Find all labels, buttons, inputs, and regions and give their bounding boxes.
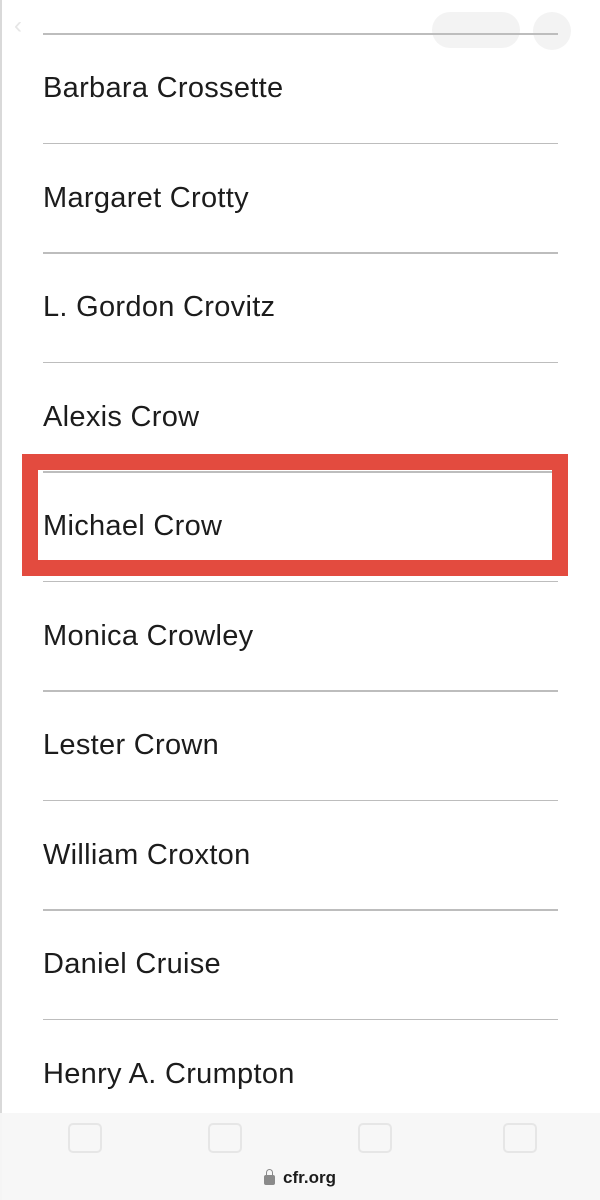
top-toolbar: ‹	[0, 0, 600, 50]
url-text: cfr.org	[283, 1167, 336, 1187]
list-item[interactable]: Barbara Crossette	[43, 35, 558, 143]
chevron-left-icon[interactable]: ‹	[14, 14, 26, 38]
list-item[interactable]: Daniel Cruise	[43, 911, 558, 1019]
page: ‹ Barbara Crossette Margaret Crotty L. G…	[0, 0, 600, 1200]
tab-icon	[503, 1123, 537, 1153]
tab-icon	[68, 1123, 102, 1153]
list-item[interactable]: William Croxton	[43, 801, 558, 909]
list-item[interactable]: Lester Crown	[43, 692, 558, 800]
tab-icon	[208, 1123, 242, 1153]
list-item[interactable]: Henry A. Crumpton	[43, 1020, 558, 1128]
page-edge	[0, 0, 2, 1200]
list-item-highlighted[interactable]: Michael Crow	[43, 473, 558, 581]
list-item[interactable]: Monica Crowley	[43, 582, 558, 690]
lock-icon	[264, 1168, 276, 1185]
list-item[interactable]: L. Gordon Crovitz	[43, 254, 558, 362]
list-item[interactable]: Alexis Crow	[43, 363, 558, 471]
people-list: Barbara Crossette Margaret Crotty L. Gor…	[43, 33, 558, 1128]
list-item[interactable]: Margaret Crotty	[43, 144, 558, 252]
address-bar[interactable]: cfr.org	[0, 1155, 600, 1200]
tab-icon	[358, 1123, 392, 1153]
